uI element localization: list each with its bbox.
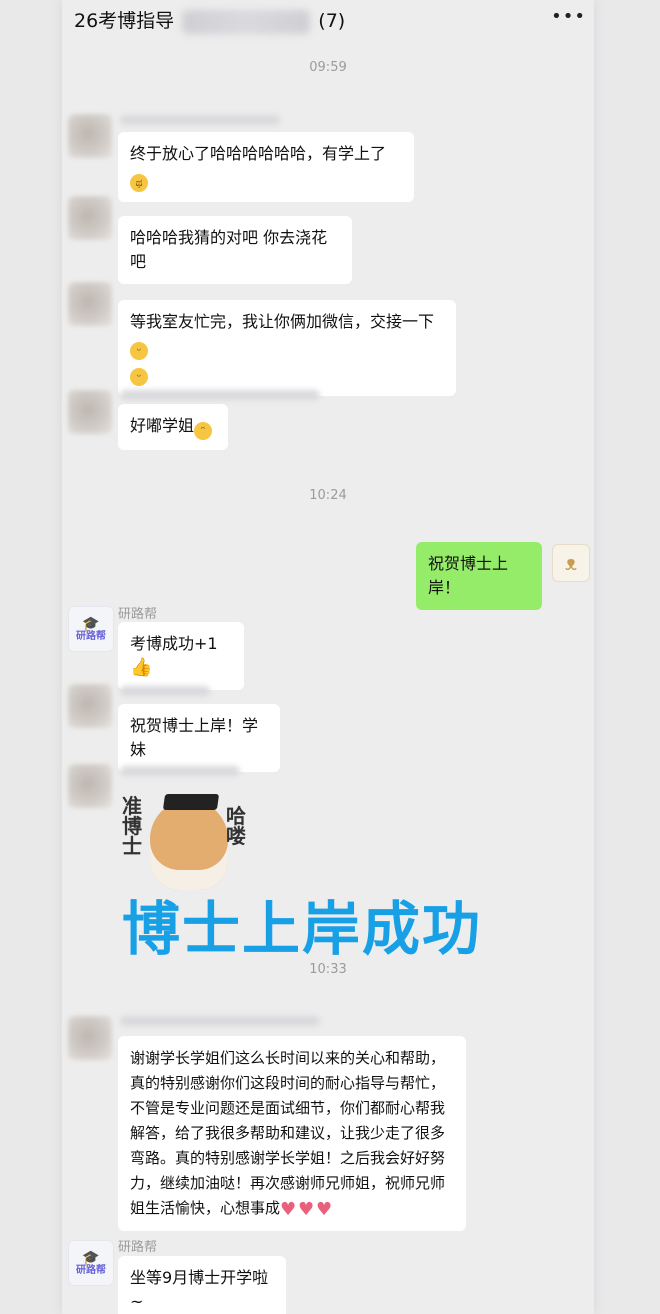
chat-window: 26考博指导 (7) ••• 09:59 终于放心了哈哈哈哈哈哈，有学上了 ಥ 哈… (62, 0, 594, 1314)
crying-face-icon: ಥ (130, 174, 148, 192)
message-line: 弯路。真的特别感谢学长学姐！之后我会好好努 (130, 1149, 446, 1167)
grinning-face-icon: ᵕ (130, 368, 148, 386)
message-text: 祝贺博士上岸！学妹 (130, 716, 259, 759)
message-text: 考博成功+1 (130, 634, 218, 653)
sticker-main-text: 博士上岸成功 (122, 895, 483, 963)
timestamp: 10:33 (309, 962, 347, 977)
sender-name: 研路帮 (118, 1240, 158, 1255)
yanlubang-logo-avatar[interactable]: 🎓 研路帮 (68, 606, 114, 652)
message-bubble[interactable]: 好嘟学姐 ᵔ (118, 404, 228, 450)
message-bubble[interactable]: 坐等9月博士开学啦~ (118, 1256, 286, 1314)
heart-icon: ♥ (316, 1199, 333, 1220)
message-text: 哈哈哈我猜的对吧 你去浇花吧 (130, 228, 328, 271)
avatar[interactable] (68, 1016, 112, 1060)
message-text: 终于放心了哈哈哈哈哈哈，有学上了 (130, 144, 387, 163)
dog-avatar-icon[interactable]: ᴥ (552, 544, 590, 582)
message-bubble[interactable]: 哈哈哈我猜的对吧 你去浇花吧 (118, 216, 352, 284)
avatar[interactable] (68, 114, 112, 158)
message-text: 等我室友忙完，我让你俩加微信，交接一下 (130, 312, 435, 331)
chat-header: 26考博指导 (7) ••• (62, 0, 594, 36)
sticker-left-text: 准博士 (122, 794, 142, 858)
sender-name-blurred (120, 1016, 320, 1026)
graduation-cap-icon (162, 794, 220, 810)
message-bubble[interactable]: 祝贺博士上岸！学妹 (118, 704, 280, 772)
avatar[interactable] (68, 764, 112, 808)
logo-text: 研路帮 (76, 630, 106, 642)
message-line: 力，继续加油哒！再次感谢师兄师姐，祝师兄师 (130, 1174, 446, 1192)
sender-name-blurred (120, 766, 240, 776)
avatar[interactable] (68, 390, 112, 434)
my-message-bubble[interactable]: 祝贺博士上岸！ (416, 542, 542, 610)
avatar[interactable] (68, 684, 112, 728)
chat-title: 26考博指导 (7) (74, 6, 345, 34)
message-line: 不管是专业问题还是面试细节，你们都耐心帮我 (130, 1099, 446, 1117)
graduation-sticker[interactable]: 准博士 哈喽 博士上岸成功 (122, 786, 582, 966)
member-count: (7) (318, 10, 346, 32)
graduation-cap-icon: 🎓 (82, 1249, 100, 1266)
heart-icon: ♥ (298, 1199, 315, 1220)
avatar[interactable] (68, 282, 112, 326)
message-text: 好嘟学姐 (130, 416, 195, 435)
smiling-face-icon: ᵔ (194, 422, 213, 440)
message-line: 谢谢学长学姐们这么长时间以来的关心和帮助， (130, 1049, 446, 1067)
sender-name-blurred (120, 390, 320, 400)
logo-text: 研路帮 (76, 1264, 106, 1276)
message-text: 坐等9月博士开学啦~ (130, 1268, 269, 1311)
sticker-right-text: 哈喽 (226, 804, 246, 848)
message-bubble[interactable]: 终于放心了哈哈哈哈哈哈，有学上了 ಥ (118, 132, 414, 202)
thumbs-up-icon: 👍 (130, 657, 153, 678)
shiba-dog-icon (150, 800, 228, 890)
group-name: 26考博指导 (74, 10, 175, 32)
more-dots-icon[interactable]: ••• (551, 6, 586, 27)
message-bubble[interactable]: 等我室友忙完，我让你俩加微信，交接一下 ᵕ ᵕ (118, 300, 456, 396)
message-bubble[interactable]: 考博成功+1 👍 (118, 622, 244, 690)
message-line: 解答，给了我很多帮助和建议，让我少走了很多 (130, 1124, 446, 1142)
message-line-last: 姐生活愉快，心想事成♥ ♥ ♥ (130, 1196, 454, 1221)
heart-icon: ♥ (280, 1199, 297, 1220)
message-line: 真的特别感谢你们这段时间的耐心指导与帮忙， (130, 1074, 446, 1092)
blurred-name (182, 9, 311, 34)
avatar[interactable] (68, 196, 112, 240)
timestamp: 10:24 (309, 488, 347, 503)
message-text: 祝贺博士上岸！ (428, 554, 509, 597)
message-bubble-long[interactable]: 谢谢学长学姐们这么长时间以来的关心和帮助， 真的特别感谢你们这段时间的耐心指导与… (118, 1036, 466, 1231)
message-line-text: 姐生活愉快，心想事成 (130, 1199, 281, 1217)
timestamp: 09:59 (309, 60, 347, 75)
sender-name-blurred (120, 686, 210, 696)
sender-name-blurred (120, 115, 280, 125)
grinning-face-icon: ᵕ (130, 342, 148, 360)
yanlubang-logo-avatar[interactable]: 🎓 研路帮 (68, 1240, 114, 1286)
sender-name: 研路帮 (118, 607, 158, 622)
graduation-cap-icon: 🎓 (82, 615, 100, 632)
